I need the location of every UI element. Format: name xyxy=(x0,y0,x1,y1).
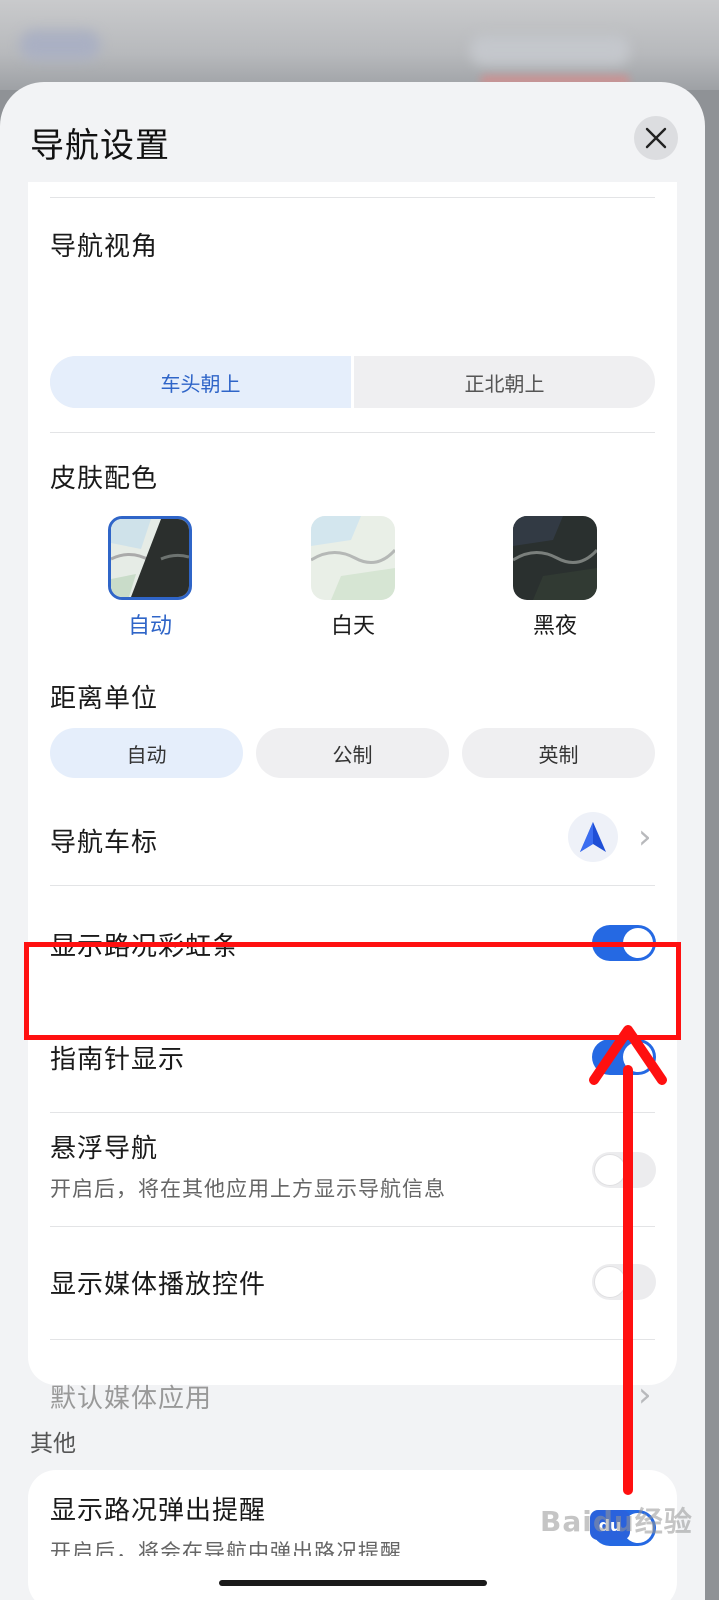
sheet-title: 导航设置 xyxy=(30,126,170,166)
car-marker-label: 导航车标 xyxy=(50,828,159,858)
divider xyxy=(50,885,655,886)
floating-nav-label: 悬浮导航 xyxy=(50,1134,159,1164)
compass-label: 指南针显示 xyxy=(50,1045,186,1075)
divider xyxy=(50,1339,655,1340)
nav-view-title: 导航视角 xyxy=(50,232,159,262)
skin-day-thumbnail xyxy=(311,516,395,600)
divider xyxy=(50,432,655,433)
distance-unit-title: 距离单位 xyxy=(50,684,159,714)
close-icon xyxy=(645,127,667,149)
floating-nav-description: 开启后，将在其他应用上方显示导航信息 xyxy=(50,1177,446,1201)
nav-view-option-north-up[interactable]: 正北朝上 xyxy=(354,356,655,408)
default-media-app-label[interactable]: 默认媒体应用 xyxy=(50,1378,212,1415)
traffic-popup-label: 显示路况弹出提醒 xyxy=(50,1496,267,1526)
background-map xyxy=(0,0,719,90)
other-section-label: 其他 xyxy=(30,1431,76,1457)
background-blur-shape xyxy=(20,30,100,60)
close-button[interactable] xyxy=(634,116,678,160)
background-blur-shape xyxy=(470,35,630,65)
car-marker-icon[interactable] xyxy=(568,812,618,862)
nav-view-segmented-control: 车头朝上 正北朝上 xyxy=(50,356,655,408)
skin-option-night[interactable]: 黑夜 xyxy=(513,516,597,640)
skin-night-thumbnail xyxy=(513,516,597,600)
nav-view-option-heading-up[interactable]: 车头朝上 xyxy=(50,356,354,408)
skin-auto-thumbnail xyxy=(108,516,192,600)
traffic-popup-description: 开启后，将会在导航中弹出路况提醒 xyxy=(50,1540,402,1556)
skin-option-day[interactable]: 白天 xyxy=(311,516,395,640)
home-indicator[interactable] xyxy=(219,1580,487,1586)
distance-unit-imperial[interactable]: 英制 xyxy=(462,728,655,778)
divider xyxy=(50,1112,655,1113)
chevron-right-icon[interactable]: › xyxy=(638,820,652,854)
skin-title: 皮肤配色 xyxy=(50,464,159,494)
distance-unit-metric[interactable]: 公制 xyxy=(256,728,449,778)
media-controls-label: 显示媒体播放控件 xyxy=(50,1270,267,1300)
distance-unit-auto[interactable]: 自动 xyxy=(50,728,243,778)
skin-auto-label: 自动 xyxy=(127,614,172,639)
skin-night-label: 黑夜 xyxy=(532,614,577,639)
skin-option-auto[interactable]: 自动 xyxy=(108,516,192,640)
skin-day-label: 白天 xyxy=(330,614,375,639)
arrow-up-icon xyxy=(589,1025,667,1495)
divider xyxy=(50,1226,655,1227)
divider xyxy=(50,197,655,198)
watermark: Baidu经验 xyxy=(540,1505,693,1538)
